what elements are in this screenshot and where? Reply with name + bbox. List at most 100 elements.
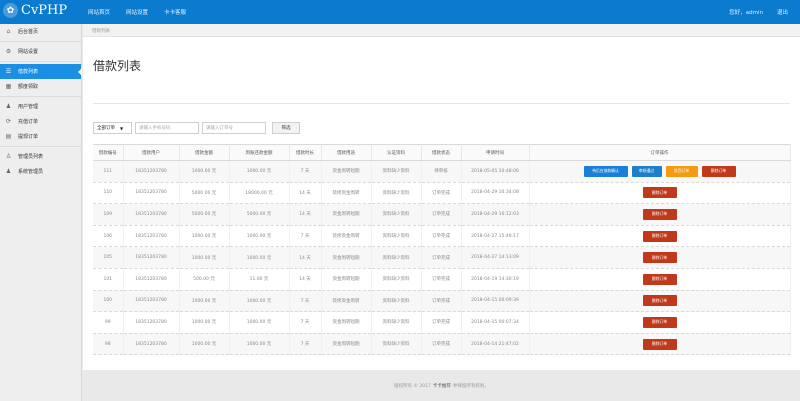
column-header: 借款金额 (179, 144, 230, 161)
sidebar-item-home[interactable]: ⌂ 后台首页 (0, 24, 81, 39)
chevron-down-icon: ▼ (120, 125, 124, 131)
sidebar-item-withdraw[interactable]: ▤ 提现订单 (0, 129, 81, 144)
cell-time: 2018-04-27 14:13:09 (461, 246, 530, 269)
cell-actions: 删除订单 (529, 268, 791, 291)
cell-auth: 资料缺少资料 (371, 182, 422, 205)
cell-term: 14 天 (289, 268, 322, 291)
cell-term: 7 天 (289, 225, 322, 248)
cell-status: 订单完成 (421, 311, 462, 334)
page-title: 借款列表 (93, 59, 142, 73)
cell-user: 18351203780 (123, 203, 180, 226)
table-row: 99 18351203780 1000.00 元 1000.00 元 7 天 资… (93, 311, 791, 334)
approve-button[interactable]: 审核通过 (631, 165, 662, 177)
cell-actions: 删除订单 (529, 225, 791, 248)
cell-status: 订单完成 (421, 182, 462, 205)
delete-order-button[interactable]: 删除订单 (642, 338, 677, 350)
sidebar-item-label: 充值订单 (18, 119, 39, 125)
cell-time: 2018-04-15 00:09:39 (461, 290, 530, 313)
cell-id: 100 (93, 290, 124, 313)
cell-repay: 1000.00 元 (229, 160, 290, 183)
cell-status: 订单完成 (421, 268, 462, 291)
top-nav-support[interactable]: 卡卡客服 (164, 8, 186, 16)
title-divider (93, 103, 790, 104)
cell-amount: 1000.00 元 (179, 290, 230, 313)
sidebar-divider (0, 94, 81, 97)
sidebar-item-label: 借款列表 (18, 69, 39, 75)
cell-term: 14 天 (289, 182, 322, 205)
logout-link[interactable]: 退出 (777, 8, 788, 16)
admin-icon: ♙ (5, 153, 12, 160)
sidebar-item-label: 网站设置 (18, 49, 39, 55)
pending-loan-button[interactable]: 待后台放款确认 (583, 165, 628, 177)
cell-repay: 1000.00 元 (229, 311, 290, 334)
table-icon: ▦ (5, 83, 12, 90)
cell-time: 2018-04-29 10:34:08 (461, 182, 530, 205)
reject-order-button[interactable]: 驳回订单 (665, 165, 698, 177)
cell-actions: 删除订单 (529, 246, 791, 269)
cell-term: 7 天 (289, 311, 322, 334)
breadcrumb-bar: 借款列表 (83, 24, 800, 37)
sidebar-item-system[interactable]: ♟ 系统管理员 (0, 164, 81, 179)
delete-order-button[interactable]: 删除订单 (642, 208, 677, 220)
cell-id: 109 (93, 203, 124, 226)
sidebar-item-site-settings[interactable]: ⚙ 网站设置 (0, 44, 81, 59)
delete-order-button[interactable]: 删除订单 (642, 252, 677, 264)
delete-order-button[interactable]: 删除订单 (701, 165, 736, 177)
sidebar-divider (0, 144, 81, 147)
order-search-input[interactable]: 请输入订单号 (202, 122, 266, 134)
top-nav-home[interactable]: 网站首页 (88, 8, 110, 16)
cell-id: 98 (93, 333, 124, 356)
cell-purpose: 装修资金周转 (321, 182, 372, 205)
delete-order-button[interactable]: 删除订单 (642, 187, 677, 199)
sidebar-item-recharge[interactable]: ⟳ 充值订单 (0, 114, 81, 129)
phone-search-input[interactable]: 请输入手机号码 (135, 122, 199, 134)
logo[interactable]: ✿ CvPHP (3, 3, 67, 18)
table-row: 106 18351203780 1000.00 元 1000.00 元 7 天 … (93, 225, 791, 248)
cell-id: 105 (93, 246, 124, 269)
cell-id: 106 (93, 225, 124, 248)
sidebar-item-label: 管理员列表 (18, 154, 44, 160)
cell-purpose: 资金周转短期 (321, 203, 372, 226)
cell-term: 14 天 (289, 203, 322, 226)
sidebar-item-label: 用户管理 (18, 104, 39, 110)
cell-time: 2018-04-19 14:30:19 (461, 268, 530, 291)
breadcrumb[interactable]: 借款列表 (92, 28, 110, 34)
delete-order-button[interactable]: 删除订单 (642, 316, 677, 328)
cell-auth: 资料缺少资料 (371, 203, 422, 226)
sidebar-item-loan-list[interactable]: ☰ 借款列表 (0, 64, 82, 79)
top-nav-settings[interactable]: 网站设置 (126, 8, 148, 16)
sidebar-item-users[interactable]: ♟ 用户管理 (0, 99, 81, 114)
cell-purpose: 资金周转短期 (321, 311, 372, 334)
delete-order-button[interactable]: 删除订单 (642, 273, 677, 285)
cell-status: 订单完成 (421, 246, 462, 269)
status-select[interactable]: 全部订单 ▼ (93, 122, 132, 134)
cell-auth: 资料缺少资料 (371, 225, 422, 248)
cell-purpose: 资金周转短期 (321, 333, 372, 356)
delete-order-button[interactable]: 删除订单 (642, 230, 677, 242)
cell-auth: 资料缺少资料 (371, 268, 422, 291)
column-header: 借款编号 (93, 144, 124, 161)
sidebar-item-quota[interactable]: ▦ 额度领取 (0, 79, 81, 94)
footer-brand-link[interactable]: 卡卡推荐 (433, 383, 451, 389)
user-greeting[interactable]: 您好，admin (729, 8, 763, 16)
cell-purpose: 装修资金周转 (321, 290, 372, 313)
cell-amount: 1000.00 元 (179, 311, 230, 334)
order-search-placeholder: 请输入订单号 (206, 126, 233, 131)
column-header: 借款用途 (321, 144, 372, 161)
footer: 版权所有 © 2017 卡卡推荐 并保留所有权利。 (83, 370, 800, 401)
column-header: 借款时长 (289, 144, 322, 161)
cell-term: 7 天 (289, 290, 322, 313)
filter-button[interactable]: 筛选 (272, 122, 300, 134)
cell-user: 18351203780 (123, 182, 180, 205)
table-header-row: 借款编号 借款用户 借款金额 到账还款金额 借款时长 借款用途 认证资料 借款状… (93, 144, 791, 161)
cell-repay: 1000.00 元 (229, 290, 290, 313)
cell-repay: 18000.00 元 (229, 182, 290, 205)
sidebar-item-admins[interactable]: ♙ 管理员列表 (0, 149, 81, 164)
footer-rights: 并保留所有权利。 (452, 383, 489, 389)
cell-user: 18351203780 (123, 246, 180, 269)
cell-user: 18351203780 (123, 290, 180, 313)
sidebar-item-label: 提现订单 (18, 134, 39, 140)
delete-order-button[interactable]: 删除订单 (642, 295, 677, 307)
cell-time: 2018-04-14 21:47:02 (461, 333, 530, 356)
cell-status: 订单完成 (421, 333, 462, 356)
